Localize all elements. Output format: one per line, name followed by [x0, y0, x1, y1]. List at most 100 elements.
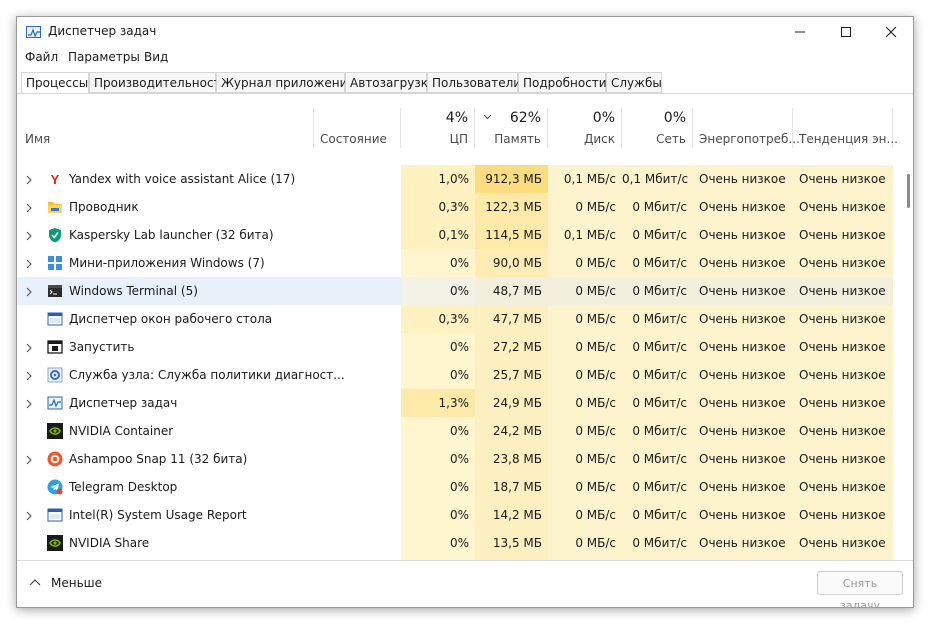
nvidia-icon — [47, 423, 63, 439]
memory-cell: 13,5 МБ — [475, 529, 548, 557]
chevron-right-icon[interactable] — [26, 258, 32, 272]
kaspersky-icon — [47, 227, 63, 243]
chevron-right-icon[interactable] — [26, 286, 32, 300]
cpu-cell: 0% — [401, 445, 475, 473]
column-header-power-trend[interactable]: Тенденция эн... — [793, 108, 898, 148]
power-usage-cell: Очень низкое — [693, 221, 793, 249]
network-cell: 0 Мбит/с — [622, 221, 693, 249]
network-cell: 0 Мбит/с — [622, 361, 693, 389]
chevron-right-icon[interactable] — [26, 370, 32, 384]
title-bar[interactable]: Диспетчер задач — [17, 17, 913, 47]
column-header-memory[interactable]: 62% Память — [475, 108, 548, 148]
process-name: NVIDIA Share — [69, 536, 150, 550]
cpu-cell: 1,0% — [401, 165, 475, 193]
process-row[interactable]: Служба узла: Служба политики диагност...… — [17, 361, 905, 389]
minimize-icon — [795, 31, 805, 33]
process-row[interactable]: Y Yandex with voice assistant Alice (17) 1… — [17, 165, 905, 193]
menu-view[interactable]: Вид — [144, 50, 168, 64]
process-row[interactable]: Запустить 0% 27,2 МБ 0 МБ/с 0 Мбит/с Очень ни… — [17, 333, 905, 361]
disk-cell: 0 МБ/с — [548, 417, 622, 445]
process-row[interactable]: Ashampoo Snap 11 (32 бита) 0% 23,8 МБ 0 МБ/… — [17, 445, 905, 473]
window-manager-icon — [47, 311, 63, 327]
chevron-right-icon[interactable] — [26, 398, 32, 412]
tab-details[interactable]: Подробности — [518, 72, 607, 93]
column-header-disk[interactable]: 0% Диск — [548, 108, 622, 148]
network-cell: 0 Мбит/с — [622, 417, 693, 445]
column-header-name[interactable]: Имя — [17, 108, 314, 148]
tab-processes[interactable]: Процессы — [21, 72, 89, 94]
process-name: Мини-приложения Windows (7) — [69, 256, 265, 270]
disk-cell: 0 МБ/с — [548, 445, 622, 473]
process-row[interactable]: NVIDIA Share 0% 13,5 МБ 0 МБ/с 0 Мбит/с Очень… — [17, 529, 905, 557]
chevron-right-icon[interactable] — [26, 202, 32, 216]
cpu-cell: 0% — [401, 333, 475, 361]
process-name: Запустить — [69, 340, 135, 354]
process-row[interactable]: Диспетчер окон рабочего стола 0,3% 47,7 МБ… — [17, 305, 905, 333]
disk-cell: 0 МБ/с — [548, 529, 622, 557]
column-header-status[interactable]: Состояние — [314, 108, 401, 148]
menu-file[interactable]: Файл — [25, 50, 58, 64]
process-row[interactable]: Telegram Desktop 0% 18,7 МБ 0 МБ/с 0 Мбит/с О… — [17, 473, 905, 501]
process-row[interactable]: Kaspersky Lab launcher (32 бита) 0,1% 114,… — [17, 221, 905, 249]
chevron-right-icon[interactable] — [26, 342, 32, 356]
power-usage-cell: Очень низкое — [693, 417, 793, 445]
power-trend-cell: Очень низкое — [793, 333, 893, 361]
maximize-icon — [841, 27, 851, 37]
maximize-button[interactable] — [823, 17, 869, 47]
cpu-cell: 1,3% — [401, 389, 475, 417]
process-name: Kaspersky Lab launcher (32 бита) — [69, 228, 274, 242]
tab-services[interactable]: Службы — [606, 72, 662, 93]
minimize-button[interactable] — [777, 17, 823, 47]
widgets-icon — [47, 255, 63, 271]
column-header-power[interactable]: Энергопотреб... — [693, 108, 800, 148]
column-disk-label: Диск — [583, 132, 615, 146]
disk-cell: 0 МБ/с — [548, 193, 622, 221]
power-trend-cell: Очень низкое — [793, 221, 893, 249]
chevron-right-icon[interactable] — [26, 230, 32, 244]
chevron-right-icon[interactable] — [26, 174, 32, 188]
run-icon — [47, 339, 63, 355]
power-trend-cell: Очень низкое — [793, 249, 893, 277]
column-header-cpu[interactable]: 4% ЦП — [401, 108, 475, 148]
process-row[interactable]: Windows Terminal (5) 0% 48,7 МБ 0 МБ/с 0 Мби… — [17, 277, 905, 305]
column-header-network[interactable]: 0% Сеть — [622, 108, 693, 148]
tab-startup[interactable]: Автозагрузка — [345, 72, 435, 93]
tab-app-history[interactable]: Журнал приложений — [216, 72, 355, 93]
process-name: Диспетчер окон рабочего стола — [69, 312, 273, 326]
process-row[interactable]: Intel(R) System Usage Report 0% 14,2 МБ 0 М… — [17, 501, 905, 529]
memory-cell: 24,2 МБ — [475, 417, 548, 445]
power-trend-cell: Очень низкое — [793, 305, 893, 333]
vertical-scrollbar[interactable] — [905, 94, 913, 560]
sort-chevron-icon — [483, 114, 492, 120]
column-network-label: Сеть — [656, 132, 686, 146]
process-row[interactable]: Мини-приложения Windows (7) 0% 90,0 МБ 0 МБ… — [17, 249, 905, 277]
process-row[interactable]: NVIDIA Container 0% 24,2 МБ 0 МБ/с 0 Мбит/с О… — [17, 417, 905, 445]
chevron-right-icon[interactable] — [26, 454, 32, 468]
cpu-cell: 0,3% — [401, 305, 475, 333]
tab-performance[interactable]: Производительность — [89, 72, 228, 93]
nvidia-icon — [47, 535, 63, 551]
power-trend-cell: Очень низкое — [793, 389, 893, 417]
yandex-icon: Y — [47, 171, 63, 187]
memory-cell: 14,2 МБ — [475, 501, 548, 529]
power-usage-cell: Очень низкое — [693, 193, 793, 221]
scrollbar-thumb[interactable] — [907, 174, 910, 208]
chevron-right-icon[interactable] — [26, 510, 32, 524]
task-manager-icon — [47, 395, 63, 411]
folder-icon — [47, 199, 63, 215]
end-task-button[interactable]: Снять задачу — [817, 571, 903, 607]
close-button[interactable] — [868, 17, 913, 47]
disk-cell: 0 МБ/с — [548, 501, 622, 529]
chevron-up-icon[interactable] — [29, 578, 41, 586]
process-name: NVIDIA Container — [69, 424, 174, 438]
terminal-icon — [47, 283, 63, 299]
menu-options[interactable]: Параметры — [68, 50, 140, 64]
cpu-cell: 0% — [401, 249, 475, 277]
fewer-details-link[interactable]: Меньше — [51, 576, 102, 590]
power-trend-cell: Очень низкое — [793, 417, 893, 445]
tab-users[interactable]: Пользователи — [427, 72, 521, 93]
network-cell: 0 Мбит/с — [622, 445, 693, 473]
svg-text:Y: Y — [51, 172, 60, 187]
process-row[interactable]: Проводник 0,3% 122,3 МБ 0 МБ/с 0 Мбит/с Очень… — [17, 193, 905, 221]
process-row[interactable]: Диспетчер задач 1,3% 24,9 МБ 0 МБ/с 0 Мбит/с… — [17, 389, 905, 417]
